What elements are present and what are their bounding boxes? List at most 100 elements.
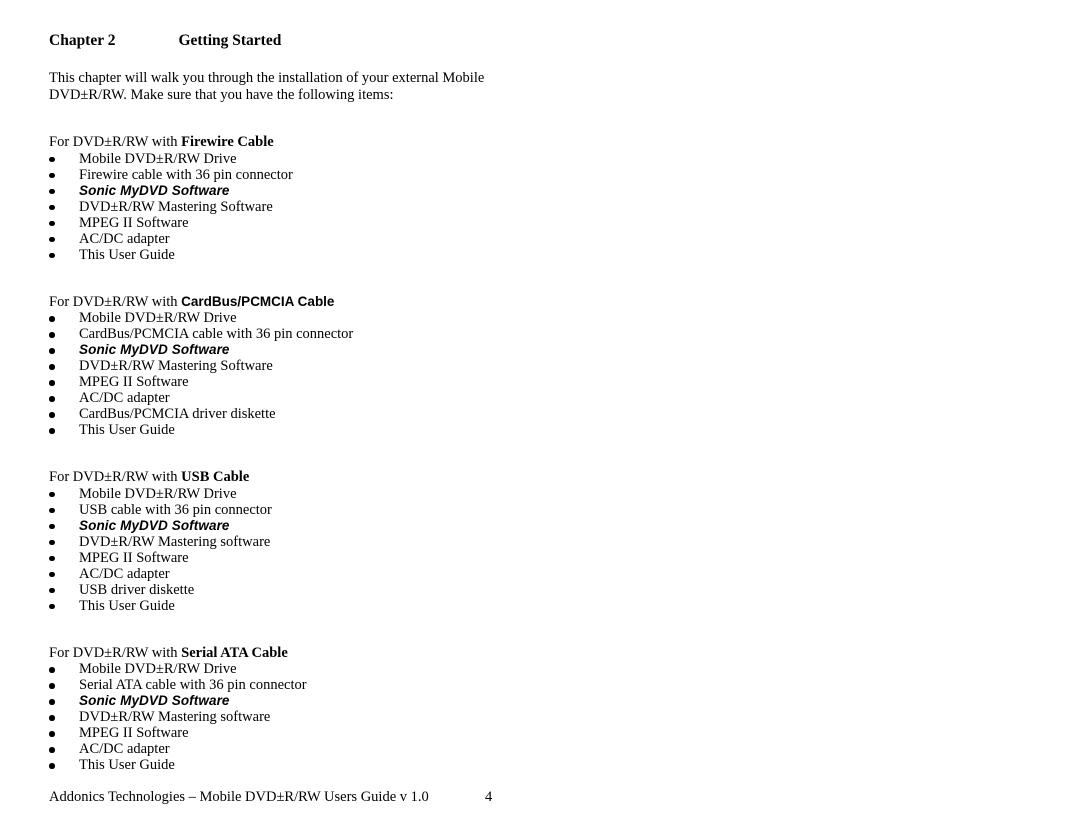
bullet-icon <box>49 348 55 354</box>
bullet-icon <box>49 204 55 210</box>
bullet-icon <box>49 491 55 497</box>
bullet-icon <box>49 364 55 370</box>
list-item-label: Sonic MyDVD Software <box>79 182 230 198</box>
requirements-section: For DVD±R/RW with Firewire Cable Mobile D… <box>49 134 609 263</box>
section-heading: For DVD±R/RW with CardBus/PCMCIA Cable <box>49 294 609 311</box>
list-item: CardBus/PCMCIA cable with 36 pin connect… <box>49 326 609 342</box>
list-item-label: AC/DC adapter <box>79 741 170 757</box>
section-heading-cable-name: CardBus/PCMCIA Cable <box>181 293 335 309</box>
list-item-label: MPEG II Software <box>79 374 189 390</box>
section-heading-prefix: For DVD±R/RW with <box>49 134 182 150</box>
bullet-icon <box>49 380 55 386</box>
section-heading-cable-name: USB Cable <box>181 469 250 485</box>
bullet-icon <box>49 763 55 769</box>
list-item: MPEG II Software <box>49 550 609 566</box>
bullet-icon <box>49 220 55 226</box>
list-item: Mobile DVD±R/RW Drive <box>49 661 609 677</box>
bullet-icon <box>49 172 55 178</box>
page-title: Chapter 2 Getting Started <box>49 31 609 50</box>
bullet-icon <box>49 747 55 753</box>
intro-line-2: DVD±R/RW. Make sure that you have the fo… <box>49 86 394 103</box>
list-item: AC/DC adapter <box>49 390 609 406</box>
list-item: Mobile DVD±R/RW Drive <box>49 486 609 502</box>
bullet-icon <box>49 316 55 322</box>
bullet-icon <box>49 699 55 705</box>
list-item: Serial ATA cable with 36 pin connector <box>49 677 609 693</box>
list-item: DVD±R/RW Mastering Software <box>49 199 609 215</box>
list-item: Sonic MyDVD Software <box>49 693 609 709</box>
list-item: MPEG II Software <box>49 725 609 741</box>
bullet-icon <box>49 715 55 721</box>
section-heading-cable-name: Serial ATA Cable <box>181 644 288 661</box>
section-heading: For DVD±R/RW with USB Cable <box>49 469 609 486</box>
list-item-label: Firewire cable with 36 pin connector <box>79 166 293 183</box>
list-item: Mobile DVD±R/RW Drive <box>49 310 609 326</box>
chapter-label: Chapter 2 <box>49 32 116 49</box>
list-item-label: DVD±R/RW Mastering Software <box>79 198 273 215</box>
list-item-label: Sonic MyDVD Software <box>79 693 230 708</box>
list-item-label: DVD±R/RW Mastering Software <box>79 358 273 374</box>
requirements-list: Mobile DVD±R/RW Drive USB cable with 36 p… <box>49 486 609 614</box>
bullet-icon <box>49 667 55 673</box>
list-item: AC/DC adapter <box>49 566 609 582</box>
bullet-icon <box>49 731 55 737</box>
list-item-label: Serial ATA cable with 36 pin connector <box>79 677 307 693</box>
list-item-label: MPEG II Software <box>79 549 189 566</box>
list-item-label: Sonic MyDVD Software <box>79 517 230 533</box>
list-item-label: Mobile DVD±R/RW Drive <box>79 310 237 326</box>
bullet-icon <box>49 683 55 689</box>
list-item: AC/DC adapter <box>49 231 609 247</box>
list-item-label: This User Guide <box>79 246 175 263</box>
requirements-section: For DVD±R/RW with CardBus/PCMCIA Cable Mo… <box>49 294 609 438</box>
list-item-label: MPEG II Software <box>79 725 189 741</box>
bullet-icon <box>49 332 55 338</box>
requirements-list: Mobile DVD±R/RW Drive Serial ATA cable wi… <box>49 661 609 773</box>
list-item: This User Guide <box>49 247 609 263</box>
bullet-icon <box>49 571 55 577</box>
bullet-icon <box>49 412 55 418</box>
page-number: 4 <box>485 789 493 805</box>
list-item: USB driver diskette <box>49 582 609 598</box>
requirements-sections: For DVD±R/RW with Firewire Cable Mobile D… <box>49 134 609 773</box>
list-item-label: Sonic MyDVD Software <box>79 342 230 357</box>
bullet-icon <box>49 252 55 258</box>
chapter-title: Getting Started <box>178 32 282 49</box>
bullet-icon <box>49 507 55 513</box>
list-item-label: CardBus/PCMCIA driver diskette <box>79 406 276 422</box>
list-item: MPEG II Software <box>49 215 609 231</box>
list-item: Sonic MyDVD Software <box>49 518 609 534</box>
intro-paragraph: This chapter will walk you through the i… <box>49 70 609 103</box>
list-item-label: Mobile DVD±R/RW Drive <box>79 150 237 167</box>
list-item: USB cable with 36 pin connector <box>49 502 609 518</box>
list-item-label: This User Guide <box>79 422 175 438</box>
bullet-icon <box>49 428 55 434</box>
footer-text: Addonics Technologies – Mobile DVD±R/RW … <box>49 789 429 805</box>
list-item-label: AC/DC adapter <box>79 565 170 582</box>
section-heading-prefix: For DVD±R/RW with <box>49 293 182 310</box>
list-item: This User Guide <box>49 422 609 438</box>
page-content: Chapter 2 Getting Started This chapter wi… <box>49 31 609 773</box>
list-item: AC/DC adapter <box>49 741 609 757</box>
requirements-list: Mobile DVD±R/RW Drive Firewire cable with… <box>49 151 609 263</box>
list-item: Firewire cable with 36 pin connector <box>49 167 609 183</box>
list-item: DVD±R/RW Mastering Software <box>49 358 609 374</box>
list-item-label: Mobile DVD±R/RW Drive <box>79 485 237 502</box>
requirements-section: For DVD±R/RW with USB Cable Mobile DVD±R/… <box>49 469 609 614</box>
list-item-label: This User Guide <box>79 757 175 773</box>
list-item-label: AC/DC adapter <box>79 230 170 247</box>
section-heading-cable-name: Firewire Cable <box>181 134 274 150</box>
requirements-section: For DVD±R/RW with Serial ATA Cable Mobile… <box>49 644 609 773</box>
bullet-icon <box>49 555 55 561</box>
list-item: This User Guide <box>49 757 609 773</box>
list-item-label: DVD±R/RW Mastering software <box>79 533 271 550</box>
section-heading-prefix: For DVD±R/RW with <box>49 644 182 661</box>
list-item-label: USB driver diskette <box>79 581 195 598</box>
list-item-label: AC/DC adapter <box>79 390 170 406</box>
list-item-label: USB cable with 36 pin connector <box>79 501 272 518</box>
list-item: Sonic MyDVD Software <box>49 342 609 358</box>
bullet-icon <box>49 539 55 545</box>
list-item: DVD±R/RW Mastering software <box>49 709 609 725</box>
document-page: Chapter 2 Getting Started This chapter wi… <box>0 0 1080 834</box>
list-item: CardBus/PCMCIA driver diskette <box>49 406 609 422</box>
list-item-label: This User Guide <box>79 597 175 614</box>
